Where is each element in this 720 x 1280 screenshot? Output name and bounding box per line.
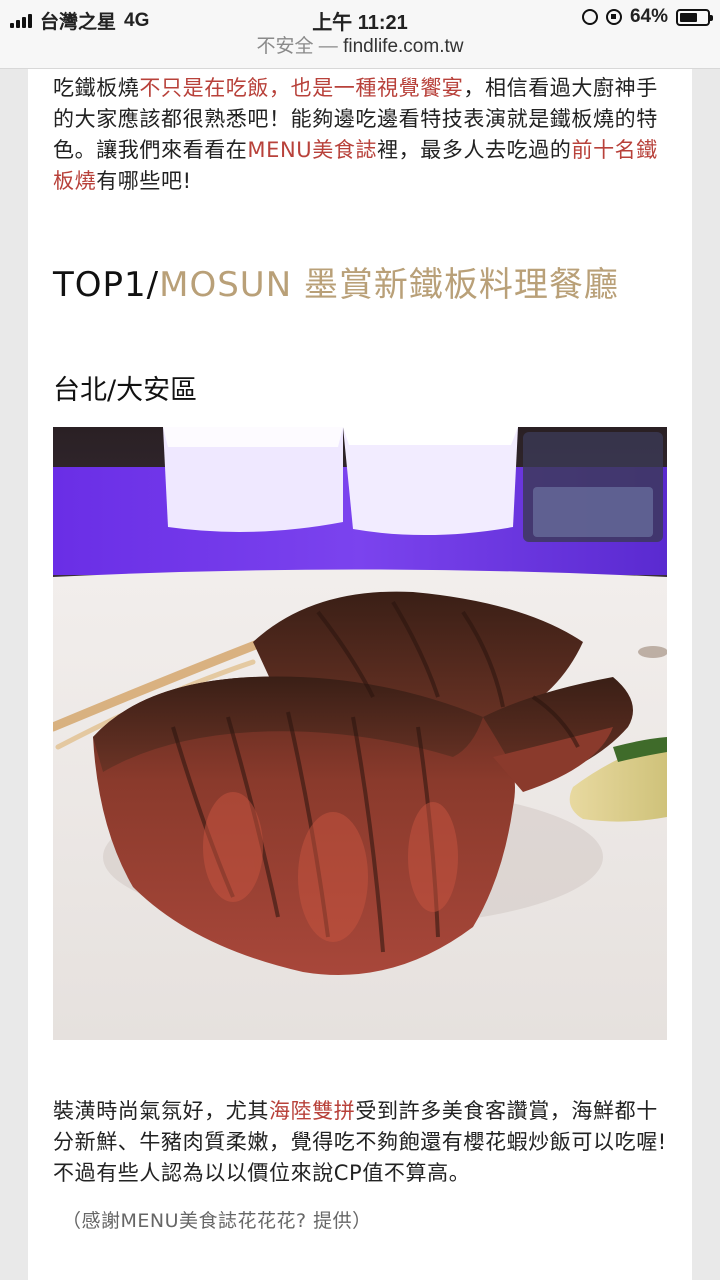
url-bar[interactable]: 不安全 — findlife.com.tw [0, 34, 720, 69]
location-label: 台北/大安區 [53, 375, 198, 406]
alarm-icon [581, 9, 598, 25]
status-bar: 台灣之星 4G 上午 11:21 64% [0, 0, 720, 34]
article-page: 吃鐵板燒不只是在吃飯，也是一種視覺饗宴，相信看過大廚神手的大家應該都很熟悉吧！能… [28, 69, 692, 1280]
intro-paragraph: 吃鐵板燒不只是在吃飯，也是一種視覺饗宴，相信看過大廚神手的大家應該都很熟悉吧！能… [53, 73, 673, 197]
battery-percent: 64% [629, 6, 668, 27]
restaurant-heading: TOP1/MOSUN 墨賞新鐵板料理餐廳 [53, 265, 653, 305]
restaurant-name: MOSUN 墨賞新鐵板料理餐廳 [159, 265, 619, 305]
desc-highlight: 海陸雙拼 [269, 1099, 356, 1123]
intro-text-4: 有哪些吧! [96, 169, 192, 193]
description-paragraph: 裝潢時尚氣氛好，尤其海陸雙拼受到許多美食客讚賞，海鮮都十分新鮮、牛豬肉質柔嫩，覺… [53, 1096, 673, 1189]
rank-label: TOP1/ [53, 265, 160, 305]
url-domain[interactable]: findlife.com.tw [343, 36, 463, 57]
desc-text-1: 裝潢時尚氣氛好，尤其 [53, 1099, 269, 1123]
status-icons: 64% [581, 6, 713, 28]
url-separator: — [313, 36, 344, 57]
photo-credit: （感謝MENU美食誌花花花? 提供） [62, 1210, 372, 1232]
intro-text-3: 裡，最多人去吃過的 [377, 138, 572, 162]
intro-text-1: 吃鐵板燒 [53, 76, 140, 100]
steak-photo-image [53, 427, 667, 1040]
rotation-lock-icon [605, 9, 622, 25]
battery-fill [680, 12, 697, 22]
menu-link[interactable]: MENU美食誌 [247, 138, 377, 162]
intro-highlight-1: 不只是在吃飯，也是一種視覺饗宴 [139, 76, 464, 100]
battery-icon [676, 8, 713, 26]
steak-photo [53, 427, 667, 1040]
security-label: 不安全 [256, 36, 314, 57]
